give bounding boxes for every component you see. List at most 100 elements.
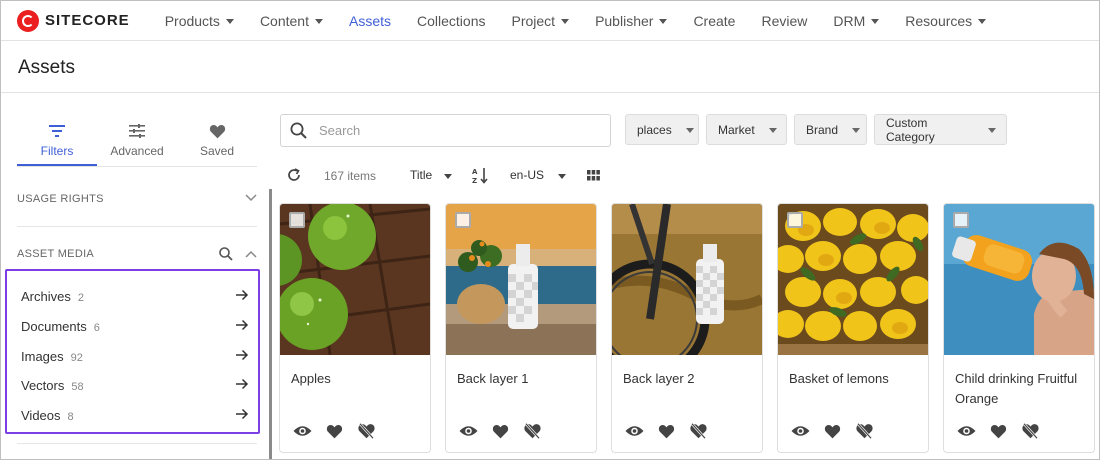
grid-view-icon (587, 169, 600, 181)
eye-icon[interactable] (293, 425, 312, 437)
tab-label: Filters (40, 144, 74, 158)
sitecore-logo-icon (17, 9, 39, 32)
filter-places[interactable]: places (625, 114, 699, 145)
caret-down-icon (225, 19, 234, 24)
filter-market[interactable]: Market (706, 114, 787, 145)
media-label: Documents (21, 318, 87, 334)
nav-label: Assets (348, 12, 391, 29)
media-count: 6 (93, 321, 100, 334)
heart-broken-icon[interactable] (523, 423, 542, 439)
caret-down-icon (768, 128, 777, 133)
nav-create[interactable]: Create (693, 13, 735, 29)
filter-label: Brand (806, 122, 839, 137)
heart-icon[interactable] (990, 424, 1007, 439)
sort-field-dropdown[interactable]: Title (410, 164, 453, 186)
brand-logo[interactable]: SITECORE (17, 9, 130, 32)
heart-icon (209, 121, 226, 141)
locale-dropdown[interactable]: en-US (510, 164, 567, 186)
heart-broken-icon[interactable] (855, 423, 874, 439)
nav-label: Resources (905, 12, 973, 29)
svg-text:A: A (472, 168, 478, 176)
select-checkbox[interactable] (953, 212, 969, 228)
caret-down-icon (314, 19, 323, 24)
grid-view-button[interactable] (587, 164, 600, 186)
heart-icon[interactable] (824, 424, 841, 439)
media-count: 58 (71, 380, 84, 393)
arrow-right-icon (235, 319, 249, 334)
section-label: USAGE RIGHTS (17, 193, 104, 205)
heart-broken-icon[interactable] (357, 423, 376, 439)
sort-az-icon: AZ (472, 167, 488, 184)
eye-icon[interactable] (957, 425, 976, 437)
heart-icon[interactable] (492, 424, 509, 439)
eye-icon[interactable] (459, 425, 478, 437)
media-count: 8 (67, 410, 74, 423)
sliders-icon (129, 121, 145, 141)
heart-broken-icon[interactable] (689, 423, 708, 439)
filter-custom-category[interactable]: Custom Category (874, 114, 1007, 145)
select-checkbox[interactable] (289, 212, 305, 228)
caret-down-icon (659, 19, 668, 24)
chevron-up-icon[interactable] (245, 250, 257, 258)
sort-order-button[interactable]: AZ (472, 164, 488, 186)
filter-icon (49, 121, 65, 141)
tab-label: Saved (199, 144, 235, 158)
filter-brand[interactable]: Brand (794, 114, 867, 145)
nav-collections[interactable]: Collections (417, 13, 485, 29)
heart-broken-icon[interactable] (1021, 423, 1040, 439)
search-input[interactable] (319, 123, 579, 138)
nav-content[interactable]: Content (260, 13, 323, 29)
refresh-icon (287, 168, 301, 182)
nav-label: Create (693, 12, 736, 29)
asset-card[interactable]: Child drinking Fruitful Orange (943, 203, 1095, 453)
caret-down-icon (871, 19, 880, 24)
asset-title: Child drinking Fruitful Orange (955, 371, 1078, 406)
asset-thumbnail-back-layer-2 (612, 204, 762, 355)
asset-title: Back layer 2 (623, 371, 695, 386)
refresh-button[interactable] (287, 164, 301, 186)
asset-card[interactable]: Back layer 2 (611, 203, 763, 453)
caret-down-icon (558, 173, 567, 179)
eye-icon[interactable] (791, 425, 810, 437)
tab-filters[interactable]: Filters (17, 121, 97, 166)
tab-saved[interactable]: Saved (177, 121, 257, 166)
media-item-videos[interactable]: Videos 8 (21, 405, 249, 425)
heart-icon[interactable] (326, 424, 343, 439)
usage-rights-header[interactable]: USAGE RIGHTS (17, 193, 257, 205)
nav-label: Publisher (595, 12, 654, 29)
item-count: 167 items (324, 169, 377, 183)
asset-title: Apples (291, 371, 331, 386)
sidebar-tabs: Filters Advanced Saved (17, 121, 257, 167)
media-item-vectors[interactable]: Vectors 58 (21, 375, 249, 395)
media-item-documents[interactable]: Documents 6 (21, 316, 249, 336)
asset-thumbnail-child-drinking (944, 204, 1094, 355)
media-item-archives[interactable]: Archives 2 (21, 286, 249, 306)
nav-assets[interactable]: Assets (349, 13, 391, 29)
eye-icon[interactable] (625, 425, 644, 437)
select-checkbox[interactable] (455, 212, 471, 228)
nav-products[interactable]: Products (165, 13, 234, 29)
nav-project[interactable]: Project (511, 12, 570, 29)
sort-label: Title (410, 168, 433, 182)
nav-publisher[interactable]: Publisher (595, 12, 668, 29)
divider (17, 443, 257, 444)
heart-icon[interactable] (658, 424, 675, 439)
nav-drm[interactable]: DRM (833, 13, 880, 29)
search-icon[interactable] (219, 247, 233, 261)
asset-card[interactable]: Basket of lemons (777, 203, 929, 453)
nav-review[interactable]: Review (761, 13, 807, 29)
select-checkbox[interactable] (787, 212, 803, 228)
tab-advanced[interactable]: Advanced (97, 121, 177, 166)
media-label: Archives (21, 288, 71, 304)
nav-resources[interactable]: Resources (905, 12, 987, 29)
asset-card[interactable]: Back layer 1 (445, 203, 597, 453)
asset-card[interactable]: Apples (279, 203, 431, 453)
caret-down-icon (685, 128, 694, 133)
sidebar-scrollbar[interactable] (269, 189, 272, 459)
locale-label: en-US (510, 168, 545, 182)
media-item-images[interactable]: Images 92 (21, 346, 249, 366)
asset-media-header: ASSET MEDIA (17, 247, 257, 261)
nav-label: Review (761, 12, 808, 29)
nav-label: Project (511, 12, 556, 29)
caret-down-icon (988, 128, 996, 133)
